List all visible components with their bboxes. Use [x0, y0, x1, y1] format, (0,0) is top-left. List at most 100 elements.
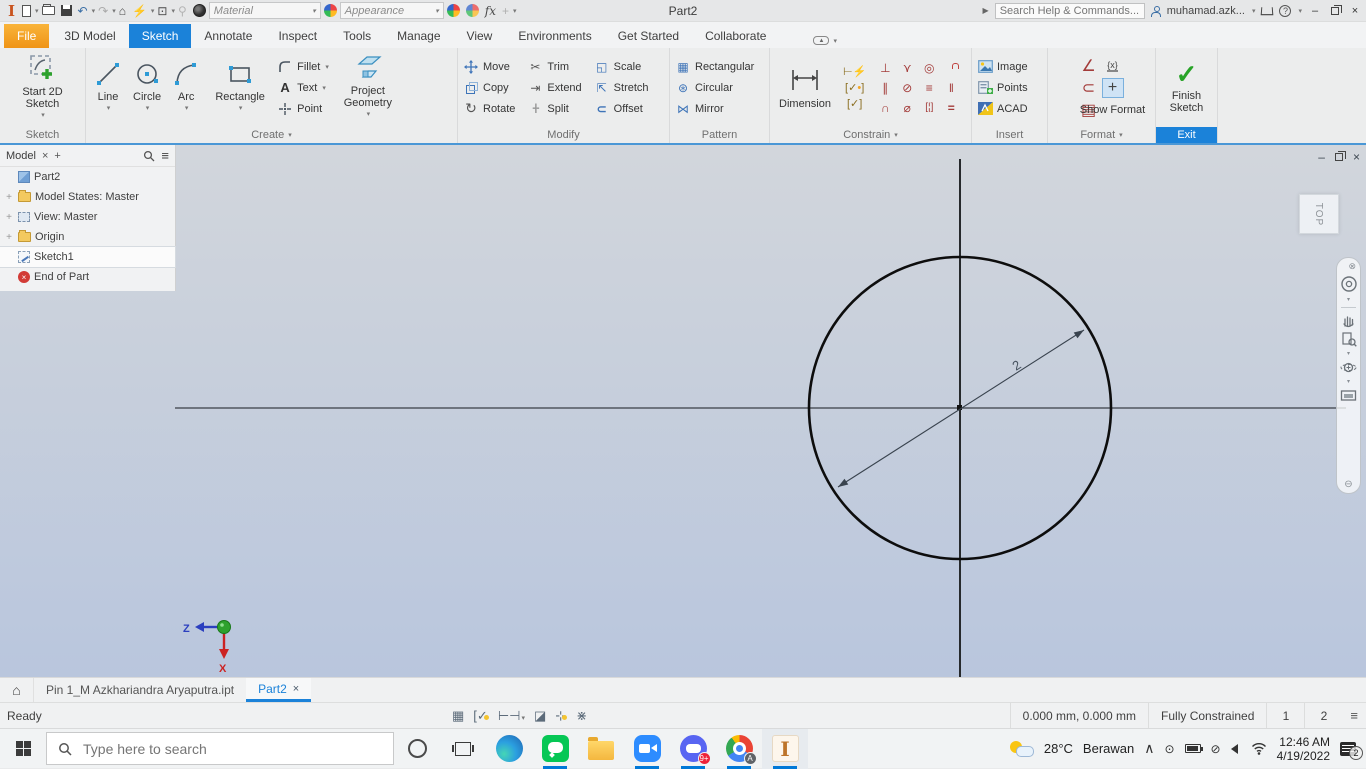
rectangular-pattern-button[interactable]: ▦ Rectangular [675, 57, 754, 76]
undo-icon[interactable]: ↶ [78, 4, 88, 18]
weather-temp[interactable]: 28°C [1044, 741, 1073, 756]
navigation-wheel-icon[interactable] [1340, 275, 1358, 293]
taskbar-app-inventor-active[interactable]: I [762, 729, 808, 769]
tab-collaborate[interactable]: Collaborate [692, 24, 779, 48]
vertical-constraint-icon[interactable]: ‖ [949, 81, 954, 95]
new-file-caret-icon[interactable]: ▾ [35, 7, 39, 15]
insert-image-button[interactable]: Image [977, 57, 1028, 76]
select-caret-icon[interactable]: ▾ [171, 7, 175, 15]
speaker-icon[interactable] [1231, 744, 1238, 754]
tab-inspect[interactable]: Inspect [265, 24, 330, 48]
doc-minimize-button[interactable]: – [1318, 150, 1325, 164]
help-search-input[interactable] [995, 3, 1145, 19]
orbit-caret-icon[interactable]: ▾ [1347, 378, 1350, 385]
fillet-button[interactable]: Fillet▾ [277, 57, 329, 76]
format-panel-caret-icon[interactable]: ▾ [1119, 131, 1123, 139]
wifi-icon[interactable] [1251, 742, 1267, 755]
dimension-display-icon[interactable]: ⊢⊣▾ [498, 708, 525, 724]
browser-tab-model[interactable]: Model [6, 150, 36, 162]
restore-button[interactable] [1331, 7, 1339, 15]
symmetric-constraint-icon[interactable]: [¦] [925, 102, 933, 113]
tab-get-started[interactable]: Get Started [605, 24, 692, 48]
finish-sketch-button[interactable]: ✓ Finish Sketch [1161, 60, 1212, 115]
circle-button[interactable]: Circle▾ [130, 59, 164, 116]
weather-desc[interactable]: Berawan [1083, 741, 1134, 756]
help-caret-icon[interactable]: ▾ [1298, 7, 1302, 15]
tab-tools[interactable]: Tools [330, 24, 384, 48]
taskbar-app-zoom[interactable] [624, 729, 670, 769]
battery-icon[interactable] [1185, 744, 1201, 753]
text-button[interactable]: A Text▾ [277, 78, 329, 97]
center-point-toggle-active[interactable]: + [1102, 78, 1124, 98]
close-button[interactable]: × [1348, 5, 1362, 17]
zoom-icon[interactable] [1341, 331, 1357, 347]
task-view-button[interactable] [440, 729, 486, 769]
appearance-combobox[interactable]: Appearance▾ [340, 2, 444, 19]
doc-restore-button[interactable] [1335, 153, 1343, 161]
line-button[interactable]: Line▾ [91, 59, 125, 116]
grid-snap-icon[interactable]: ▦ [452, 708, 464, 724]
constraint-visibility-icon[interactable]: [✓ [473, 707, 489, 724]
orbit-icon[interactable] [1340, 360, 1357, 375]
document-tab-part2-active[interactable]: Part2 × [246, 678, 311, 702]
view-cube[interactable]: TOP [1299, 194, 1339, 234]
parallel-constraint-icon[interactable]: ∥ [882, 81, 888, 95]
user-caret-icon[interactable]: ▾ [1252, 7, 1256, 15]
tray-expand-icon[interactable]: ∧ [1144, 740, 1154, 757]
update-icon[interactable]: ⚡ [132, 4, 147, 18]
offset-button[interactable]: ⊂ Offset [594, 99, 649, 118]
taskbar-search[interactable] [46, 732, 394, 765]
constraint-settings-icon[interactable]: [✓•] [845, 81, 864, 94]
weather-icon[interactable] [1010, 741, 1034, 757]
new-file-icon[interactable] [22, 5, 31, 17]
app-store-cart-icon[interactable] [1261, 7, 1274, 15]
tab-environments[interactable]: Environments [505, 24, 604, 48]
browser-search-icon[interactable] [143, 150, 155, 162]
taskbar-app-discord[interactable]: 9+ [670, 729, 716, 769]
pan-hand-icon[interactable] [1341, 312, 1357, 328]
coincident-constraint-icon[interactable]: ⋎ [903, 61, 912, 75]
tree-item-sketch1[interactable]: Sketch1 [0, 247, 175, 267]
zoom-caret-icon[interactable]: ▾ [1347, 350, 1350, 357]
dimension-button[interactable]: Dimension [775, 64, 835, 111]
redo-icon[interactable]: ↷ [98, 4, 108, 18]
taskbar-app-chrome[interactable]: A [716, 729, 762, 769]
parameters-fx-icon[interactable]: fx [485, 4, 496, 18]
insert-acad-button[interactable]: ACAD [977, 99, 1028, 118]
expand-icon[interactable]: + [4, 212, 14, 223]
graphics-viewport[interactable]: 2 Z X – × TOP ⊗ ▾ ▾ ▾ ⊖ Model [0, 145, 1366, 677]
collinear-constraint-icon[interactable]: ≡ [926, 81, 933, 95]
minimize-button[interactable]: – [1308, 5, 1322, 17]
tab-3d-model[interactable]: 3D Model [51, 24, 128, 48]
taskbar-search-input[interactable] [81, 740, 341, 758]
tree-item-end-of-part[interactable]: × End of Part [0, 267, 175, 287]
equal-constraint-icon[interactable]: = [948, 101, 955, 115]
help-icon[interactable]: ? [1279, 5, 1291, 17]
status-menu-icon[interactable]: ≡ [1342, 708, 1366, 723]
arc-button[interactable]: Arc▾ [169, 59, 203, 116]
signed-in-user[interactable]: muhamad.azk... [1167, 5, 1245, 17]
tab-manage[interactable]: Manage [384, 24, 453, 48]
create-panel-caret-icon[interactable]: ▾ [288, 131, 292, 139]
add-qat-icon[interactable]: + [502, 4, 509, 18]
look-at-icon[interactable] [1340, 388, 1357, 402]
construction-line-icon[interactable]: ∠ [1081, 56, 1095, 76]
home-tab-icon[interactable]: ⌂ [0, 678, 34, 702]
tab-annotate[interactable]: Annotate [191, 24, 265, 48]
navbar-close-icon[interactable]: ⊗ [1348, 261, 1356, 272]
circular-pattern-button[interactable]: ⊛ Circular [675, 78, 754, 97]
project-geometry-button[interactable]: Project Geometry▾ [334, 53, 402, 122]
meet-now-icon[interactable]: ⊙ [1164, 742, 1174, 756]
trim-button[interactable]: ✂ Trim [527, 57, 581, 76]
tab-file[interactable]: File [4, 24, 49, 48]
navbar-more-icon[interactable]: ⊖ [1344, 479, 1352, 490]
stretch-button[interactable]: ⇱ Stretch [594, 78, 649, 97]
material-ball-icon[interactable] [193, 4, 206, 17]
tree-item-model-states[interactable]: + Model States: Master [0, 187, 175, 207]
show-format-button[interactable]: Show Format [1080, 104, 1145, 116]
redo-caret-icon[interactable]: ▾ [112, 7, 116, 15]
dimension-value-label[interactable]: 2 [1009, 357, 1023, 374]
insert-points-button[interactable]: Points [977, 78, 1028, 97]
split-button[interactable]: -|- Split [527, 99, 581, 118]
tree-item-part[interactable]: Part2 [0, 167, 175, 187]
